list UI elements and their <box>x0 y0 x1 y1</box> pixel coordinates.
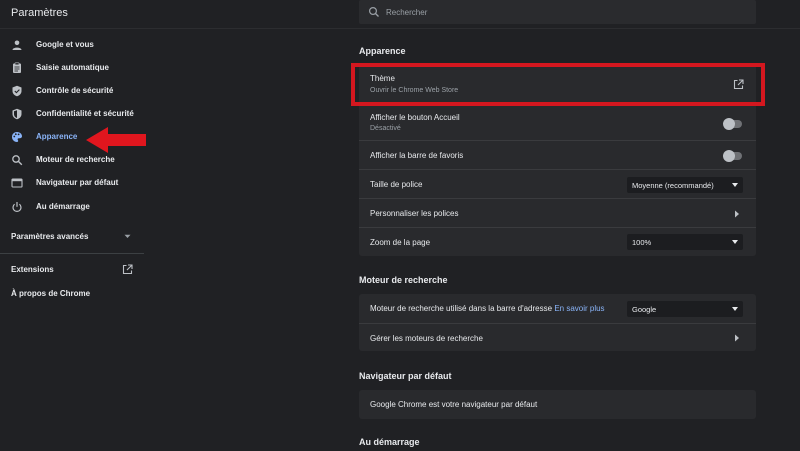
search-engine-select[interactable]: Google <box>627 301 743 317</box>
font-size-value: Moyenne (recommandé) <box>632 181 714 190</box>
section-title-appearance: Apparence <box>359 46 406 56</box>
sidebar-item-label: Apparence <box>36 132 78 141</box>
sidebar-item-label: Contrôle de sécurité <box>36 86 114 95</box>
search-engine-card: Moteur de recherche utilisé dans la barr… <box>359 294 756 351</box>
home-button-sublabel: Désactivé <box>370 125 401 132</box>
font-size-row: Taille de police Moyenne (recommandé) <box>359 169 756 198</box>
search-engine-row: Moteur de recherche utilisé dans la barr… <box>359 294 756 323</box>
search-engine-value: Google <box>632 305 657 314</box>
sidebar-item-extensions[interactable]: Extensions <box>11 265 54 274</box>
search-box[interactable] <box>359 0 756 24</box>
home-button-toggle[interactable] <box>723 118 742 130</box>
page-zoom-value: 100% <box>632 238 652 247</box>
dropdown-caret-icon <box>732 240 738 244</box>
power-icon <box>12 202 22 212</box>
home-button-label: Afficher le bouton Accueil <box>370 113 460 122</box>
sidebar-item-autofill[interactable]: Saisie automatique <box>0 57 150 79</box>
sidebar-item-label: Navigateur par défaut <box>36 178 119 187</box>
sidebar-item-safety-check[interactable]: Contrôle de sécurité <box>0 80 150 102</box>
red-arrow-annotation <box>86 127 146 153</box>
default-browser-status: Google Chrome est votre navigateur par d… <box>370 400 538 409</box>
font-size-select[interactable]: Moyenne (recommandé) <box>627 177 743 193</box>
section-title-search-engine: Moteur de recherche <box>359 275 448 285</box>
sidebar-item-label: Moteur de recherche <box>36 155 115 164</box>
default-browser-card: Google Chrome est votre navigateur par d… <box>359 390 756 419</box>
search-icon <box>12 155 23 166</box>
sidebar-divider <box>0 253 144 254</box>
bookmarks-bar-row[interactable]: Afficher la barre de favoris <box>359 140 756 169</box>
customize-fonts-row[interactable]: Personnaliser les polices <box>359 198 756 227</box>
default-browser-row: Google Chrome est votre navigateur par d… <box>359 390 756 419</box>
chevron-right-icon <box>735 334 739 342</box>
sidebar-item-label: Confidentialité et sécurité <box>36 109 134 118</box>
sidebar-item-on-startup[interactable]: Au démarrage <box>0 196 150 218</box>
dropdown-caret-icon <box>732 307 738 311</box>
palette-icon <box>12 132 22 142</box>
manage-search-engines-row[interactable]: Gérer les moteurs de recherche <box>359 323 756 351</box>
chevron-down-icon[interactable] <box>124 234 131 239</box>
search-engine-label: Moteur de recherche utilisé dans la barr… <box>370 304 605 313</box>
person-icon <box>12 40 22 50</box>
page-zoom-row: Zoom de la page 100% <box>359 227 756 256</box>
manage-search-engines-label: Gérer les moteurs de recherche <box>370 334 483 343</box>
sidebar-item-about[interactable]: À propos de Chrome <box>11 289 90 298</box>
page-zoom-select[interactable]: 100% <box>627 234 743 250</box>
dropdown-caret-icon <box>732 183 738 187</box>
home-button-row[interactable]: Afficher le bouton Accueil Désactivé <box>359 105 756 140</box>
learn-more-link[interactable]: En savoir plus <box>554 304 604 313</box>
font-size-label: Taille de police <box>370 180 423 189</box>
advanced-label: Paramètres avancés <box>11 232 89 241</box>
about-label: À propos de Chrome <box>11 289 91 298</box>
sidebar-item-google[interactable]: Google et vous <box>0 34 150 56</box>
search-input[interactable] <box>386 4 746 20</box>
page-zoom-label: Zoom de la page <box>370 238 431 247</box>
section-title-on-startup: Au démarrage <box>359 437 420 447</box>
shield-check-icon <box>12 85 22 97</box>
red-highlight-box <box>351 63 765 106</box>
search-icon <box>368 6 379 17</box>
sidebar-item-label: Saisie automatique <box>36 63 109 72</box>
section-title-default-browser: Navigateur par défaut <box>359 371 452 381</box>
sidebar-item-advanced[interactable]: Paramètres avancés <box>11 232 88 241</box>
search-engine-text: Moteur de recherche utilisé dans la barr… <box>370 304 553 313</box>
sidebar-item-label: Google et vous <box>36 40 94 49</box>
sidebar-item-privacy[interactable]: Confidentialité et sécurité <box>0 103 150 125</box>
bookmarks-bar-toggle[interactable] <box>723 150 742 162</box>
customize-fonts-label: Personnaliser les polices <box>370 209 459 218</box>
bookmarks-bar-label: Afficher la barre de favoris <box>370 151 464 160</box>
sidebar-item-label: Au démarrage <box>36 202 90 211</box>
extensions-label: Extensions <box>11 265 54 274</box>
clipboard-icon <box>13 62 21 73</box>
sidebar-item-default-browser[interactable]: Navigateur par défaut <box>0 172 150 194</box>
page-title: Paramètres <box>11 7 68 19</box>
external-link-icon[interactable] <box>122 264 133 275</box>
shield-lock-icon <box>12 108 22 120</box>
chevron-right-icon <box>735 210 739 218</box>
browser-window-icon <box>11 178 23 188</box>
